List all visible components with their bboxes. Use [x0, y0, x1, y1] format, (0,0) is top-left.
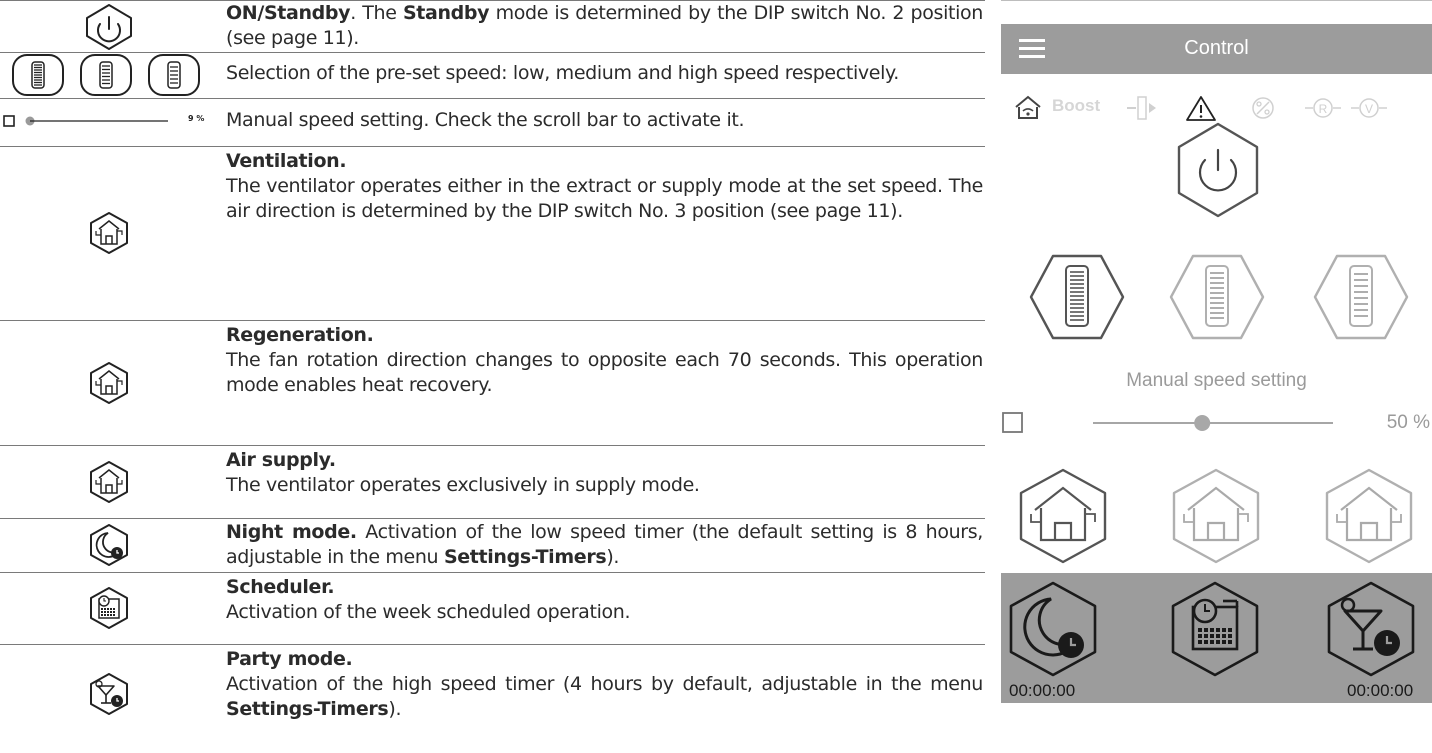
body-text: The ventilator operates either in the ex…	[226, 175, 983, 222]
party-mode-button[interactable]	[1321, 579, 1421, 679]
table-row: ON/Standby. The Standby mode is determin…	[0, 0, 985, 53]
humidity-icon	[1252, 97, 1274, 119]
bold-text: Party mode.	[226, 648, 353, 670]
ventilation-mode-button[interactable]	[1013, 466, 1113, 566]
speed-low-icon	[12, 53, 64, 96]
manual-speed-checkbox	[1002, 412, 1023, 433]
row-description: Ventilation. The ventilator operates eith…	[226, 149, 983, 224]
body-text: Activation of the high speed timer (4 ho…	[226, 673, 983, 695]
body-text: ).	[606, 546, 620, 568]
app-header: Control	[1001, 24, 1432, 74]
body-text: Manual speed setting. Check the scroll b…	[226, 109, 745, 131]
body-text: Selection of the pre-set speed: low, med…	[226, 62, 899, 84]
svg-text:R: R	[1319, 102, 1328, 116]
table-row: Scheduler. Activation of the week schedul…	[0, 572, 985, 645]
regeneration-mode-icon	[0, 320, 218, 445]
row-description: Manual speed setting. Check the scroll b…	[226, 108, 983, 133]
regeneration-mode-button[interactable]	[1166, 466, 1266, 566]
speed-high-icon	[148, 53, 200, 96]
slider-percent-label: 9 %	[188, 114, 205, 123]
night-mode-icon	[0, 518, 218, 572]
speed-icons	[0, 51, 218, 98]
bold-text: Air supply.	[226, 449, 336, 471]
bold-text: Scheduler.	[226, 576, 335, 598]
svg-text:V: V	[1365, 102, 1373, 116]
table-row: 9 % Manual speed setting. Check the scro…	[0, 98, 985, 147]
manual-speed-label: Manual speed setting	[1126, 370, 1307, 391]
speed-medium-icon	[80, 53, 132, 96]
row-description: Air supply. The ventilator operates exclu…	[226, 448, 983, 498]
body-text: . The	[350, 2, 403, 24]
bold-text: Settings-Timers	[226, 698, 389, 720]
bold-text: Ventilation.	[226, 150, 347, 172]
row-description: Party mode. Activation of the high speed …	[226, 647, 983, 722]
power-icon	[0, 1, 218, 52]
filter-icon	[1127, 96, 1156, 120]
row-description: Night mode. Activation of the low speed …	[226, 520, 983, 570]
table-row: Ventilation. The ventilator operates eith…	[0, 146, 985, 321]
night-mode-button[interactable]	[1003, 579, 1103, 679]
row-description: ON/Standby. The Standby mode is determin…	[226, 1, 983, 51]
slider-thumb	[1194, 415, 1211, 431]
body-text: The ventilator operates exclusively in s…	[226, 474, 700, 496]
body-text: The fan rotation direction changes to op…	[226, 349, 983, 396]
speed-high-button[interactable]	[1311, 252, 1411, 342]
scheduler-icon	[0, 572, 218, 644]
speed-low-icon	[12, 53, 200, 96]
home-wifi-icon	[1015, 95, 1041, 119]
bold-text: Standby	[402, 2, 490, 24]
bold-text: Settings-Timers	[443, 546, 607, 568]
body-text: ).	[388, 698, 402, 720]
party-timer: 00:00:00	[1347, 681, 1414, 700]
manual-speed-value: 50 %	[1386, 412, 1430, 433]
air-supply-mode-button[interactable]	[1319, 466, 1419, 566]
scheduler-button[interactable]	[1165, 579, 1265, 679]
speed-low-button[interactable]	[1027, 252, 1127, 342]
row-description: Regeneration. The fan rotation direction …	[226, 323, 983, 398]
table-row: Air supply. The ventilator operates exclu…	[0, 445, 985, 519]
relay-v-icon: V	[1351, 98, 1387, 118]
row-description: Scheduler. Activation of the week schedul…	[226, 575, 983, 625]
warning-icon	[1186, 96, 1216, 121]
speed-medium-button[interactable]	[1167, 252, 1267, 342]
ventilation-mode-icon	[0, 146, 218, 320]
app-screenshot: Control Boost R V Manual speed setting 5…	[1001, 0, 1432, 753]
table-row: Party mode. Activation of the high speed …	[0, 644, 985, 753]
timer-strip: 00:00:00 00:00:00	[1001, 573, 1432, 703]
manual-speed-slider-icon: 9 %	[0, 98, 218, 146]
row-description: Selection of the pre-set speed: low, med…	[226, 61, 983, 86]
boost-label: Boost	[1052, 96, 1101, 115]
table-row: Regeneration. The fan rotation direction …	[0, 320, 985, 446]
bold-text: Regeneration.	[226, 324, 374, 346]
air-supply-mode-icon	[0, 445, 218, 518]
power-button[interactable]	[1173, 120, 1263, 220]
manual-speed-slider[interactable]	[1001, 408, 1361, 438]
table-row: Night mode. Activation of the low speed …	[0, 518, 985, 573]
relay-r-icon: R	[1305, 98, 1341, 118]
party-mode-icon	[0, 644, 218, 744]
night-timer: 00:00:00	[1009, 681, 1076, 700]
body-text: Activation of the week scheduled operati…	[226, 601, 631, 623]
bold-text: ON/Standby	[226, 2, 351, 24]
bold-text: Night mode.	[226, 521, 357, 543]
table-row: Selection of the pre-set speed: low, med…	[0, 51, 985, 99]
app-title: Control	[1184, 37, 1249, 59]
